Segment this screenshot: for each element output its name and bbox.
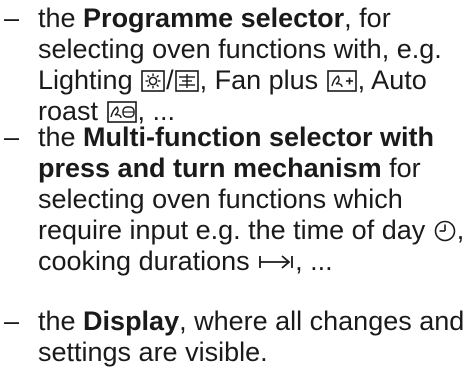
text-line: selecting oven functions which xyxy=(38,184,403,214)
press-turn-mechanism-term: press and turn mechanism xyxy=(38,153,382,183)
clock-icon xyxy=(434,220,456,242)
text-line: the Multi-function selector with xyxy=(38,122,464,153)
duration-icon xyxy=(258,251,294,273)
multi-function-selector-term: Multi-function selector with xyxy=(83,122,435,152)
programme-selector-term: Programme selector xyxy=(83,3,345,33)
lighting-icon xyxy=(141,70,165,92)
item-text: the Display, where all changes and setti… xyxy=(38,306,464,368)
text-fragment: , xyxy=(456,215,465,245)
list-dash: – xyxy=(4,3,20,33)
text-fragment: Lighting xyxy=(38,65,141,95)
text-fragment: the xyxy=(38,3,84,33)
fan-plus-icon xyxy=(326,70,357,92)
text-fragment: , where all changes and xyxy=(179,306,465,336)
text-line: press and turn mechanism for xyxy=(38,153,464,184)
text-fragment: / xyxy=(166,65,174,95)
instruction-list: – the Programme selector, for selecting … xyxy=(0,0,467,382)
list-dash: – xyxy=(4,306,20,336)
text-fragment: , for xyxy=(344,3,391,33)
auto-roast-icon xyxy=(106,101,137,123)
list-dash: – xyxy=(4,122,20,152)
text-line: the Programme selector, for xyxy=(38,3,442,34)
text-line: settings are visible. xyxy=(38,337,268,367)
display-term: Display xyxy=(83,306,180,336)
text-fragment: cooking durations xyxy=(38,246,258,276)
text-fragment: , Auto xyxy=(357,65,427,95)
text-line: Lighting / , Fan plus , Auto xyxy=(38,65,442,96)
text-line: the Display, where all changes and xyxy=(38,306,464,337)
text-line: cooking durations , ... xyxy=(38,246,464,277)
item-text: the Programme selector, for selecting ov… xyxy=(38,3,442,127)
text-fragment: the xyxy=(38,306,84,336)
text-line: require input e.g. the time of day , xyxy=(38,215,464,246)
lighting-alt-icon xyxy=(174,70,199,92)
text-fragment: require input e.g. the time of day xyxy=(38,215,433,245)
text-fragment: , Fan plus xyxy=(199,65,326,95)
text-fragment: , ... xyxy=(295,246,333,276)
item-text: the Multi-function selector with press a… xyxy=(38,122,464,277)
text-fragment: the xyxy=(38,122,84,152)
text-fragment: for xyxy=(381,153,421,183)
text-line: selecting oven functions with, e.g. xyxy=(38,34,442,64)
